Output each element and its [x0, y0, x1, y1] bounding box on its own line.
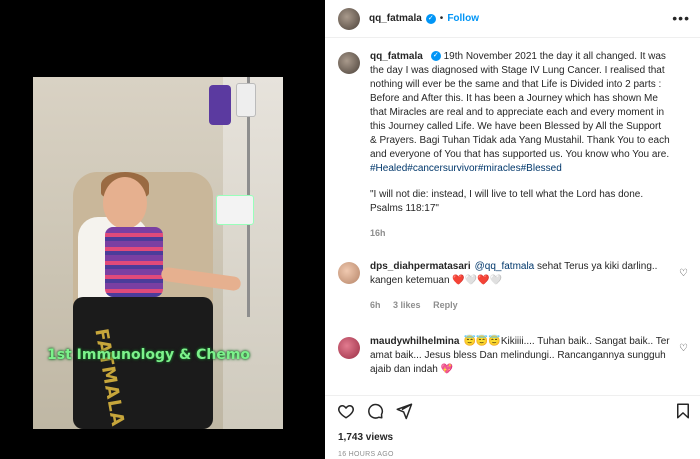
- comment-meta: 6h 3 likes Reply: [370, 300, 670, 310]
- caption-quote: "I will not die: instead, I will live to…: [370, 189, 644, 214]
- photo-pants: [73, 297, 213, 429]
- comment-username[interactable]: dps_diahpermatasari: [370, 261, 471, 272]
- comment-icon[interactable]: [366, 402, 384, 420]
- action-bar: [325, 395, 700, 425]
- comment-item: dps_diahpermatasari @qq_fatmala sehat Ter…: [325, 260, 700, 310]
- comment-item: maudywhilhelmina 😇😇😇Kikiiii.... Tuhan bai…: [325, 335, 700, 377]
- photo-iv-bag-2: [236, 83, 256, 117]
- photo-caption: 1st Immunology & Chemo: [47, 347, 251, 363]
- avatar[interactable]: [338, 337, 360, 359]
- comment-body: maudywhilhelmina 😇😇😇Kikiiii.... Tuhan bai…: [370, 335, 670, 377]
- caption-meta: 16h: [370, 228, 670, 238]
- comment-likes[interactable]: 3 likes: [393, 300, 421, 310]
- verified-icon: ✓: [425, 13, 436, 24]
- avatar[interactable]: [338, 262, 360, 284]
- view-count[interactable]: 1,743 views: [338, 432, 393, 443]
- more-icon[interactable]: •••: [672, 10, 690, 26]
- photo-iv-bag: [209, 85, 231, 125]
- heart-icon[interactable]: [337, 402, 355, 420]
- comment-username[interactable]: maudywhilhelmina: [370, 336, 459, 347]
- post-photo[interactable]: FATMALA 1st Immunology & Chemo: [33, 77, 283, 429]
- photo-shirt: [105, 227, 163, 297]
- follow-button[interactable]: Follow: [447, 13, 479, 24]
- heart-icon[interactable]: ♡: [679, 343, 688, 354]
- comments-section: qq_fatmala ✓ 19th November 2021 the day i…: [325, 50, 700, 375]
- verified-icon: ✓: [430, 51, 441, 62]
- post-media-pane: FATMALA 1st Immunology & Chemo: [0, 0, 325, 459]
- photo-wall: [223, 77, 283, 429]
- header-username[interactable]: qq_fatmala: [369, 13, 422, 24]
- comment-mention[interactable]: @qq_fatmala: [475, 261, 535, 272]
- comment-time[interactable]: 6h: [370, 300, 381, 310]
- post-timestamp: 16 HOURS AGO: [338, 451, 394, 458]
- share-icon[interactable]: [395, 402, 413, 420]
- caption-body: qq_fatmala ✓ 19th November 2021 the day i…: [370, 50, 670, 176]
- photo-infusion-pump: [216, 195, 254, 225]
- caption-time[interactable]: 16h: [370, 228, 386, 238]
- comment-body: dps_diahpermatasari @qq_fatmala sehat Ter…: [370, 260, 670, 288]
- separator-dot: •: [439, 13, 444, 24]
- photo-face: [103, 177, 147, 229]
- caption-comment: qq_fatmala ✓ 19th November 2021 the day i…: [325, 50, 700, 238]
- bookmark-icon[interactable]: [674, 402, 692, 420]
- post-header: qq_fatmala ✓ • Follow •••: [325, 0, 700, 38]
- caption-username[interactable]: qq_fatmala: [370, 51, 423, 62]
- comment-reply[interactable]: Reply: [433, 300, 458, 310]
- avatar[interactable]: [338, 52, 360, 74]
- avatar[interactable]: [338, 7, 360, 30]
- caption-text: 19th November 2021 the day it all change…: [370, 51, 670, 160]
- heart-icon[interactable]: ♡: [679, 268, 688, 279]
- caption-hashtags[interactable]: #Healed#cancersurvivor#miracles#Blessed: [370, 163, 562, 174]
- post-sidebar: qq_fatmala ✓ • Follow ••• qq_fatmala ✓ 19…: [325, 0, 700, 459]
